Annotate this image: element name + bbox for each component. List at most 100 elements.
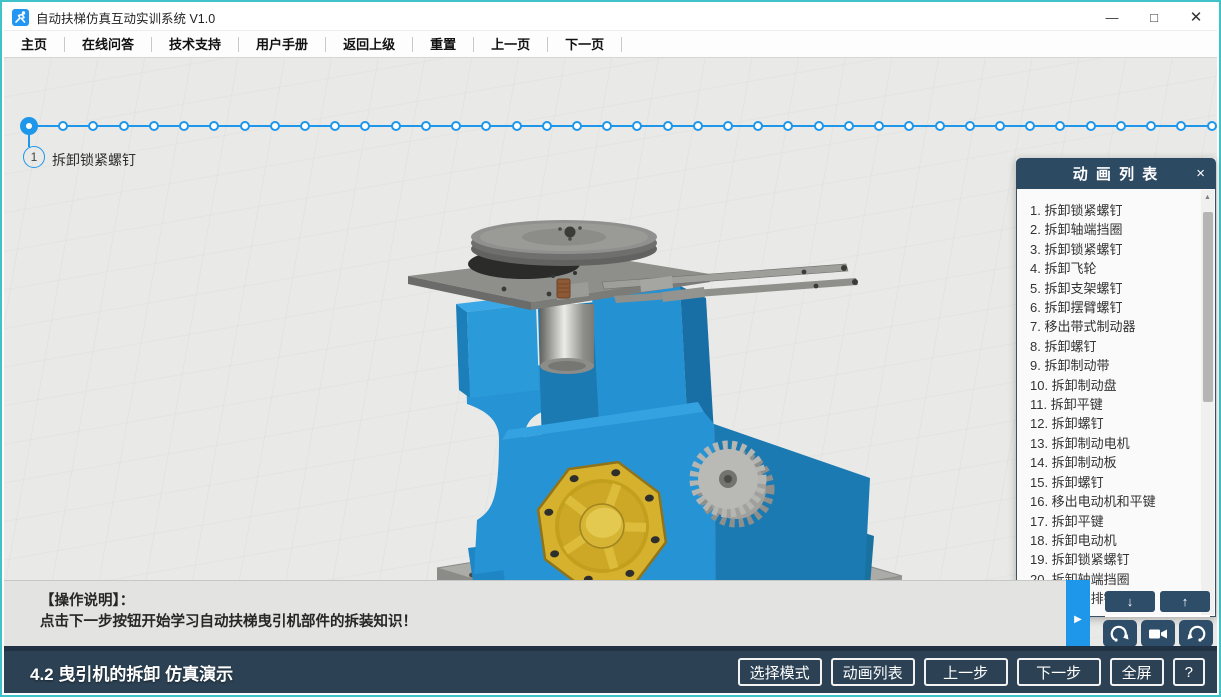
window-controls: — □ ✕ bbox=[1091, 4, 1217, 30]
progress-node-19[interactable] bbox=[572, 121, 582, 131]
progress-node-10[interactable] bbox=[300, 121, 310, 131]
progress-node-40[interactable] bbox=[1207, 121, 1217, 131]
traction-machine-model[interactable] bbox=[384, 208, 924, 638]
progress-node-25[interactable] bbox=[753, 121, 763, 131]
progress-node-31[interactable] bbox=[935, 121, 945, 131]
animation-list-button[interactable]: 动画列表 bbox=[831, 658, 915, 686]
animation-step-item[interactable]: 11. 拆卸平键 bbox=[1017, 395, 1199, 414]
scrollbar-thumb[interactable] bbox=[1203, 212, 1213, 402]
menu-item-home[interactable]: 主页 bbox=[4, 37, 65, 52]
maximize-icon[interactable]: □ bbox=[1133, 4, 1175, 30]
animation-step-item[interactable]: 18. 拆卸电动机 bbox=[1017, 531, 1199, 550]
progress-node-22[interactable] bbox=[663, 121, 673, 131]
animation-step-item[interactable]: 9. 拆卸制动带 bbox=[1017, 356, 1199, 375]
pan-down-button[interactable]: ↓ bbox=[1105, 591, 1155, 612]
lesson-title: 4.2 曳引机的拆卸 仿真演示 bbox=[30, 660, 233, 685]
animation-step-item[interactable]: 8. 拆卸螺钉 bbox=[1017, 337, 1199, 356]
minimize-icon[interactable]: — bbox=[1091, 4, 1133, 30]
scrollbar[interactable]: ▲ ▼ bbox=[1201, 190, 1214, 615]
progress-node-32[interactable] bbox=[965, 121, 975, 131]
progress-node-27[interactable] bbox=[814, 121, 824, 131]
progress-node-18[interactable] bbox=[542, 121, 552, 131]
progress-node-15[interactable] bbox=[451, 121, 461, 131]
progress-node-24[interactable] bbox=[723, 121, 733, 131]
progress-node-28[interactable] bbox=[844, 121, 854, 131]
progress-node-13[interactable] bbox=[391, 121, 401, 131]
camera-reset-button[interactable] bbox=[1141, 620, 1175, 647]
rotate-left-button[interactable] bbox=[1179, 620, 1213, 647]
progress-node-8[interactable] bbox=[240, 121, 250, 131]
scroll-up-icon[interactable]: ▲ bbox=[1201, 191, 1214, 204]
animation-step-item[interactable]: 15. 拆卸螺钉 bbox=[1017, 473, 1199, 492]
3d-viewport[interactable]: 1 拆卸锁紧螺钉 bbox=[4, 58, 1217, 646]
machine-housing bbox=[456, 286, 874, 620]
motor-cylinder bbox=[540, 304, 594, 374]
animation-step-item[interactable]: 16. 移出电动机和平键 bbox=[1017, 492, 1199, 511]
panel-close-icon[interactable]: × bbox=[1196, 158, 1205, 189]
help-button[interactable]: ? bbox=[1173, 658, 1205, 686]
progress-node-11[interactable] bbox=[330, 121, 340, 131]
progress-node-21[interactable] bbox=[632, 121, 642, 131]
progress-node-26[interactable] bbox=[783, 121, 793, 131]
select-mode-button[interactable]: 选择模式 bbox=[738, 658, 822, 686]
animation-step-item[interactable]: 7. 移出带式制动器 bbox=[1017, 317, 1199, 336]
menu-item-prev-page[interactable]: 上一页 bbox=[474, 37, 548, 52]
progress-node-37[interactable] bbox=[1116, 121, 1126, 131]
progress-node-36[interactable] bbox=[1086, 121, 1096, 131]
pan-up-button[interactable]: ↑ bbox=[1160, 591, 1210, 612]
expand-arrow-icon: ▶ bbox=[1074, 614, 1082, 625]
progress-node-38[interactable] bbox=[1146, 121, 1156, 131]
progress-node-9[interactable] bbox=[270, 121, 280, 131]
animation-step-item[interactable]: 6. 拆卸摆臂螺钉 bbox=[1017, 298, 1199, 317]
progress-node-23[interactable] bbox=[693, 121, 703, 131]
menu-item-back-to-parent[interactable]: 返回上级 bbox=[326, 37, 413, 52]
animation-step-item[interactable]: 5. 拆卸支架螺钉 bbox=[1017, 279, 1199, 298]
app-window: { "window": { "title": "自动扶梯仿真互动实训系统 V1.… bbox=[0, 0, 1221, 697]
animation-step-item[interactable]: 1. 拆卸锁紧螺钉 bbox=[1017, 201, 1199, 220]
menu-item-reset[interactable]: 重置 bbox=[413, 37, 474, 52]
progress-node-29[interactable] bbox=[874, 121, 884, 131]
progress-node-6[interactable] bbox=[179, 121, 189, 131]
progress-node-14[interactable] bbox=[421, 121, 431, 131]
animation-step-item[interactable]: 4. 拆卸飞轮 bbox=[1017, 259, 1199, 278]
fullscreen-button[interactable]: 全屏 bbox=[1110, 658, 1164, 686]
prev-step-button[interactable]: 上一步 bbox=[924, 658, 1008, 686]
progress-node-5[interactable] bbox=[149, 121, 159, 131]
progress-node-20[interactable] bbox=[602, 121, 612, 131]
current-step-badge: 1 bbox=[23, 146, 45, 168]
progress-node-39[interactable] bbox=[1176, 121, 1186, 131]
progress-node-1[interactable] bbox=[20, 117, 38, 135]
camera-icon bbox=[1146, 624, 1170, 644]
progress-node-34[interactable] bbox=[1025, 121, 1035, 131]
menu-item-next-page[interactable]: 下一页 bbox=[548, 37, 622, 52]
animation-list-header[interactable]: 动 画 列 表 × bbox=[1016, 158, 1216, 189]
progress-node-17[interactable] bbox=[512, 121, 522, 131]
current-step-label: 拆卸锁紧螺钉 bbox=[52, 150, 136, 170]
menu-item-tech-support[interactable]: 技术支持 bbox=[152, 37, 239, 52]
animation-step-item[interactable]: 13. 拆卸制动电机 bbox=[1017, 434, 1199, 453]
animation-step-item[interactable]: 3. 拆卸锁紧螺钉 bbox=[1017, 240, 1199, 259]
menu-item-user-manual[interactable]: 用户手册 bbox=[239, 37, 326, 52]
progress-node-3[interactable] bbox=[88, 121, 98, 131]
progress-node-4[interactable] bbox=[119, 121, 129, 131]
close-icon[interactable]: ✕ bbox=[1175, 4, 1217, 30]
rotate-right-button[interactable] bbox=[1103, 620, 1137, 647]
progress-node-12[interactable] bbox=[360, 121, 370, 131]
animation-list-panel: 动 画 列 表 × 1. 拆卸锁紧螺钉2. 拆卸轴端挡圈3. 拆卸锁紧螺钉4. … bbox=[1016, 158, 1216, 617]
progress-node-35[interactable] bbox=[1055, 121, 1065, 131]
menu-item-online-qa[interactable]: 在线问答 bbox=[65, 37, 152, 52]
arrow-down-icon: ↓ bbox=[1127, 594, 1134, 609]
animation-step-item[interactable]: 10. 拆卸制动盘 bbox=[1017, 376, 1199, 395]
next-step-button[interactable]: 下一步 bbox=[1017, 658, 1101, 686]
progress-node-16[interactable] bbox=[481, 121, 491, 131]
progress-node-7[interactable] bbox=[209, 121, 219, 131]
instruction-heading: 【操作说明】： bbox=[40, 591, 1066, 612]
progress-node-33[interactable] bbox=[995, 121, 1005, 131]
animation-step-item[interactable]: 2. 拆卸轴端挡圈 bbox=[1017, 220, 1199, 239]
animation-step-item[interactable]: 14. 拆卸制动板 bbox=[1017, 453, 1199, 472]
animation-step-item[interactable]: 12. 拆卸螺钉 bbox=[1017, 414, 1199, 433]
progress-node-30[interactable] bbox=[904, 121, 914, 131]
animation-step-item[interactable]: 19. 拆卸锁紧螺钉 bbox=[1017, 550, 1199, 569]
progress-node-2[interactable] bbox=[58, 121, 68, 131]
animation-step-item[interactable]: 17. 拆卸平键 bbox=[1017, 512, 1199, 531]
